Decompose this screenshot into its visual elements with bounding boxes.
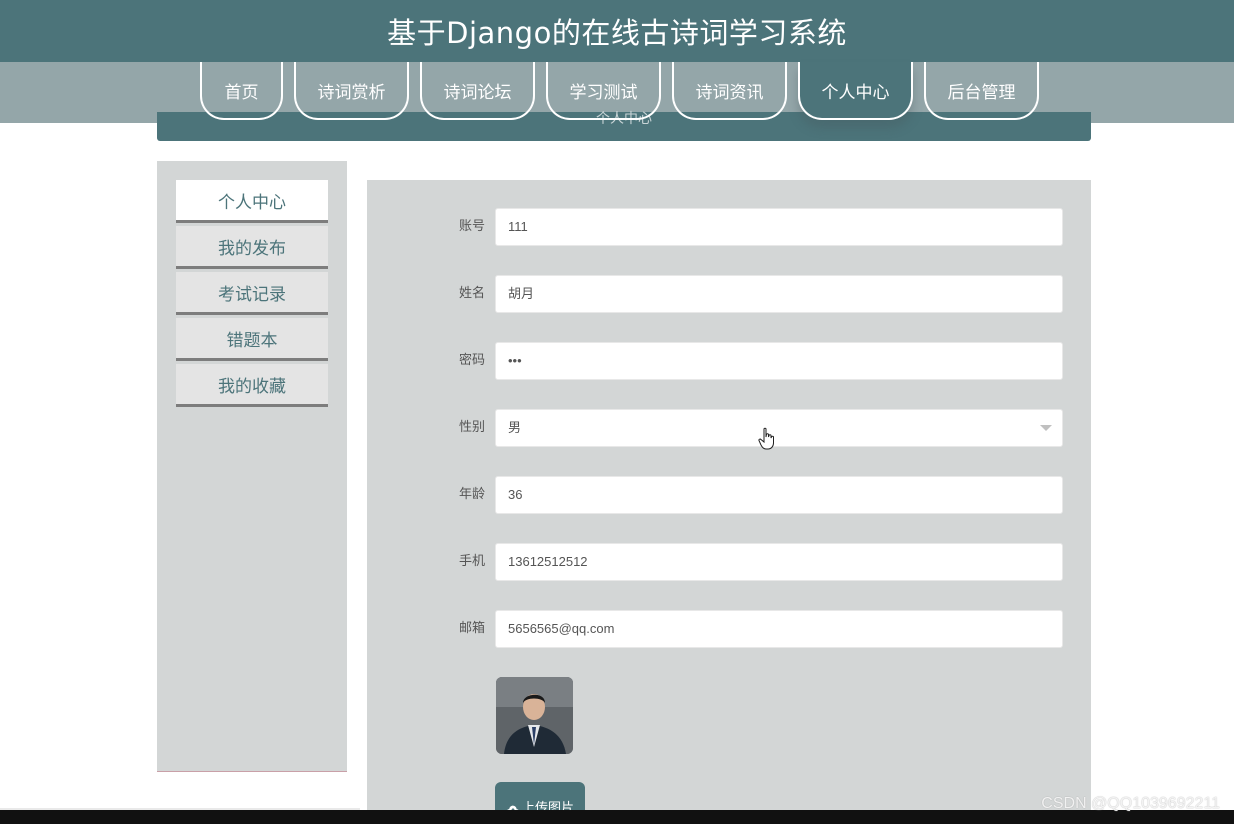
sidebar-item-personal-center[interactable]: 个人中心 [176,180,328,223]
sidebar-item-favorites[interactable]: 我的收藏 [176,364,328,407]
sidebar-item-label: 个人中心 [218,192,286,213]
nav-item-label: 学习测试 [569,82,638,103]
profile-form: 账号 111 姓名 胡月 密码 ••• 性别 男 年龄 36 手机 136125… [367,180,1091,820]
age-label: 年龄 [458,487,485,502]
nav-item-home[interactable]: 首页 [200,62,283,120]
email-field[interactable]: 5656565@qq.com [495,610,1063,648]
sidebar: 个人中心 我的发布 考试记录 错题本 我的收藏 [157,161,347,772]
sidebar-item-label: 我的发布 [218,238,286,259]
nav-item-study-test[interactable]: 学习测试 [546,62,661,120]
sidebar-item-label: 错题本 [226,330,278,351]
sidebar-item-wrong-questions[interactable]: 错题本 [176,318,328,361]
nav-item-label: 诗词赏析 [317,82,386,103]
gender-value: 男 [508,420,522,435]
age-row: 年龄 36 [367,475,1091,515]
nav-item-news[interactable]: 诗词资讯 [672,62,787,120]
caret-down-icon [1040,425,1052,431]
nav-item-admin[interactable]: 后台管理 [924,62,1039,120]
name-field[interactable]: 胡月 [495,275,1063,313]
nav-item-personal-center[interactable]: 个人中心 [798,62,913,120]
phone-field[interactable]: 13612512512 [495,543,1063,581]
password-row: 密码 ••• [367,341,1091,381]
age-field[interactable]: 36 [495,476,1063,514]
nav-item-label: 诗词资讯 [695,82,764,103]
site-title: 基于Django的在线古诗词学习系统 [387,16,847,50]
sidebar-item-label: 考试记录 [218,284,286,305]
gender-row: 性别 男 [367,408,1091,448]
password-field[interactable]: ••• [495,342,1063,380]
account-field[interactable]: 111 [495,208,1063,246]
account-row: 账号 111 [367,207,1091,247]
avatar-photo-icon [496,677,573,754]
nav-item-label: 诗词论坛 [443,82,512,103]
nav-item-label: 个人中心 [821,82,890,103]
password-label: 密码 [458,353,485,368]
sidebar-menu: 个人中心 我的发布 考试记录 错题本 我的收藏 [176,180,328,410]
main-nav: 首页 诗词赏析 诗词论坛 学习测试 诗词资讯 个人中心 后台管理 [200,62,1050,122]
account-label: 账号 [458,219,485,234]
sidebar-item-label: 我的收藏 [218,376,286,397]
email-label: 邮箱 [458,621,485,636]
sidebar-item-exam-records[interactable]: 考试记录 [176,272,328,315]
site-header: 基于Django的在线古诗词学习系统 [0,0,1234,62]
gender-label: 性别 [458,420,485,435]
phone-label: 手机 [458,554,485,569]
hand-pointer-icon [758,427,774,450]
sidebar-item-my-posts[interactable]: 我的发布 [176,226,328,269]
gender-select[interactable]: 男 [495,409,1063,447]
watermark: CSDN @QQ1039692211 [1041,795,1220,812]
nav-item-forum[interactable]: 诗词论坛 [420,62,535,120]
name-label: 姓名 [458,286,485,301]
phone-row: 手机 13612512512 [367,542,1091,582]
email-row: 邮箱 5656565@qq.com [367,609,1091,649]
nav-item-label: 后台管理 [947,82,1016,103]
nav-item-label: 首页 [224,82,259,103]
nav-item-poetry-appreciation[interactable]: 诗词赏析 [294,62,409,120]
avatar [496,677,573,754]
name-row: 姓名 胡月 [367,274,1091,314]
